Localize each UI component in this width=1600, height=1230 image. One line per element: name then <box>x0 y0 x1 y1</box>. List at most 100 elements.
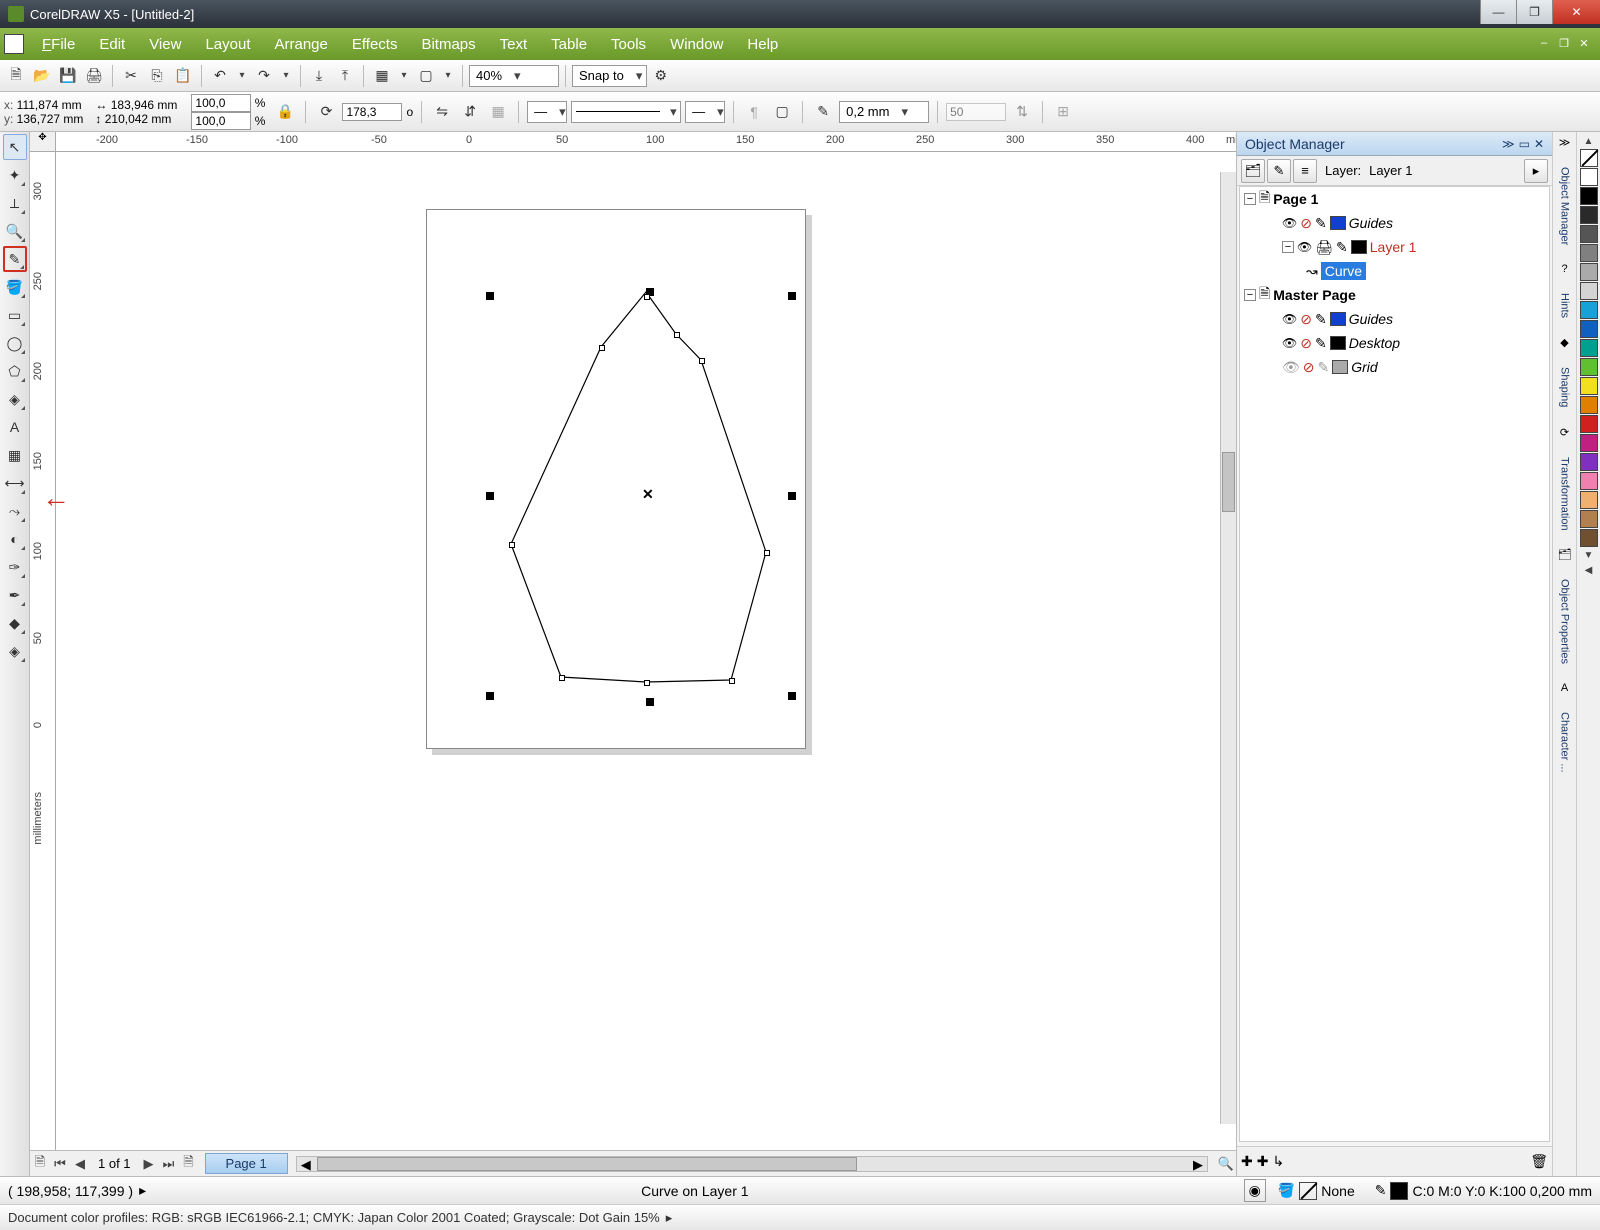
tab-shaping[interactable]: Shaping <box>1557 361 1573 413</box>
tab-transformation[interactable]: Transformation <box>1557 451 1573 537</box>
lock-ratio-button[interactable]: 🔒 <box>273 100 297 124</box>
color-swatch[interactable] <box>1580 529 1598 547</box>
color-swatch[interactable] <box>1580 320 1598 338</box>
vertical-ruler[interactable]: 300 250 200 150 100 50 0 millimeters <box>30 152 56 1150</box>
curve-node[interactable] <box>729 678 735 684</box>
color-swatch[interactable] <box>1580 415 1598 433</box>
color-swatch[interactable] <box>1580 263 1598 281</box>
menu-arrange[interactable]: Arrange <box>263 32 340 57</box>
mirror-v-button[interactable]: ⇵ <box>458 100 482 124</box>
palette-up-button[interactable]: ▲ <box>1584 134 1594 149</box>
basic-shapes-tool[interactable]: ◈ <box>3 386 27 412</box>
menu-text[interactable]: Text <box>488 32 540 57</box>
scale-y-field[interactable]: 100,0 <box>191 112 251 130</box>
color-swatch[interactable] <box>1580 472 1598 490</box>
table-tool[interactable]: ▦ <box>3 442 27 468</box>
menu-bitmaps[interactable]: Bitmaps <box>409 32 487 57</box>
save-button[interactable]: 💾 <box>56 64 80 88</box>
selection-handle[interactable] <box>646 698 654 706</box>
doc-close-button[interactable]: ✕ <box>1576 37 1592 51</box>
selection-center[interactable]: ✕ <box>642 486 654 503</box>
to-front-button[interactable]: ▢ <box>770 100 794 124</box>
color-swatch[interactable] <box>1580 358 1598 376</box>
tree-page[interactable]: − 🗎 Page 1 <box>1240 187 1549 211</box>
add-page-after-button[interactable]: 🗎 <box>179 1153 199 1175</box>
object-x-field[interactable]: 111,874 mm <box>17 98 82 112</box>
curve-object[interactable] <box>456 252 816 732</box>
color-swatch[interactable] <box>1580 491 1598 509</box>
color-swatch[interactable] <box>1580 510 1598 528</box>
object-props-icon[interactable]: 🗂 <box>1558 548 1572 561</box>
transparency-stepper[interactable]: ⇅ <box>1010 100 1034 124</box>
options-button[interactable]: ⚙ <box>649 64 673 88</box>
line-start-dropdown[interactable]: —▾ <box>527 101 567 123</box>
redo-button[interactable]: ↷ <box>252 64 276 88</box>
selection-handle[interactable] <box>486 692 494 700</box>
layer-options-button[interactable]: ▸ <box>1524 159 1548 183</box>
shaping-icon[interactable]: ◆ <box>1560 336 1568 349</box>
print-button[interactable]: 🖨 <box>82 64 106 88</box>
palette-flyout-button[interactable]: ◀ <box>1585 563 1593 578</box>
hints-icon[interactable]: ? <box>1561 263 1567 275</box>
connector-tool[interactable]: ⤳ <box>3 498 27 524</box>
layer-manager-view-button[interactable]: ≡ <box>1293 159 1317 183</box>
curve-node[interactable] <box>699 358 705 364</box>
wrap-text-button[interactable]: ¶ <box>742 100 766 124</box>
text-tool[interactable]: A <box>3 414 27 440</box>
edit-across-layers-button[interactable]: ✎ <box>1267 159 1291 183</box>
menu-tools[interactable]: Tools <box>599 32 658 57</box>
color-swatch[interactable] <box>1580 187 1598 205</box>
add-page-button[interactable]: 🗎 <box>30 1153 50 1175</box>
open-button[interactable]: 📂 <box>30 64 54 88</box>
pick-tool[interactable]: ↖ <box>3 134 27 160</box>
new-button[interactable]: 🗎 <box>4 64 28 88</box>
color-swatch[interactable] <box>1580 282 1598 300</box>
redo-history-dropdown[interactable]: ▾ <box>278 70 294 81</box>
minimize-button[interactable]: — <box>1480 0 1516 24</box>
app-launcher-button[interactable]: ▦ <box>370 64 394 88</box>
tree-curve-object[interactable]: ↝ Curve <box>1240 259 1549 283</box>
outline-swatch[interactable] <box>1390 1182 1408 1200</box>
color-swatch[interactable] <box>1580 453 1598 471</box>
fill-tool[interactable]: ◆ <box>3 610 27 636</box>
curve-node[interactable] <box>559 675 565 681</box>
cut-button[interactable]: ✂ <box>119 64 143 88</box>
curve-node[interactable] <box>509 542 515 548</box>
horizontal-ruler[interactable]: -200 -150 -100 -50 0 50 100 150 200 250 … <box>56 132 1236 152</box>
curve-node[interactable] <box>599 345 605 351</box>
color-swatch[interactable] <box>1580 396 1598 414</box>
line-style-dropdown[interactable]: ▾ <box>571 101 681 123</box>
undo-button[interactable]: ↶ <box>208 64 232 88</box>
color-proof-button[interactable]: ◉ <box>1244 1179 1266 1202</box>
selection-handle[interactable] <box>788 492 796 500</box>
color-swatch[interactable] <box>1580 301 1598 319</box>
color-swatch[interactable] <box>1580 339 1598 357</box>
new-master-layer-button[interactable]: ✚ <box>1257 1153 1269 1170</box>
object-tree[interactable]: − 🗎 Page 1 👁⊘✎ Guides − 👁🖨✎ Layer 1 ↝ <box>1239 186 1550 1142</box>
zoom-level-dropdown[interactable]: 40%▾ <box>469 65 559 87</box>
mirror-h-button[interactable]: ⇋ <box>430 100 454 124</box>
next-page-button[interactable]: ▶ <box>139 1156 159 1172</box>
export-button[interactable]: ⤒ <box>333 64 357 88</box>
menu-layout[interactable]: Layout <box>193 32 262 57</box>
convert-to-curves-button[interactable]: ⊞ <box>1051 100 1075 124</box>
color-swatch[interactable] <box>1580 225 1598 243</box>
ruler-origin[interactable]: ✥ <box>30 132 56 152</box>
scale-x-field[interactable]: 100,0 <box>191 94 251 112</box>
rotation-field[interactable]: 178,3 <box>342 103 402 121</box>
menu-effects[interactable]: Effects <box>340 32 410 57</box>
welcome-dropdown[interactable]: ▾ <box>440 70 456 81</box>
line-end-dropdown[interactable]: —▾ <box>685 101 725 123</box>
ungroup-button[interactable]: ▦ <box>486 100 510 124</box>
show-object-props-button[interactable]: 🗂 <box>1241 159 1265 183</box>
menu-edit[interactable]: Edit <box>87 32 137 57</box>
welcome-button[interactable]: ▢ <box>414 64 438 88</box>
curve-node[interactable] <box>644 294 650 300</box>
transformation-icon[interactable]: ⟳ <box>1560 426 1569 439</box>
menu-table[interactable]: Table <box>539 32 599 57</box>
tree-guides-layer[interactable]: 👁⊘✎ Guides <box>1240 211 1549 235</box>
selection-handle[interactable] <box>486 292 494 300</box>
tab-object-properties[interactable]: Object Properties <box>1557 573 1573 670</box>
smart-fill-tool[interactable]: 🪣 <box>3 274 27 300</box>
polygon-tool[interactable]: ⬠ <box>3 358 27 384</box>
